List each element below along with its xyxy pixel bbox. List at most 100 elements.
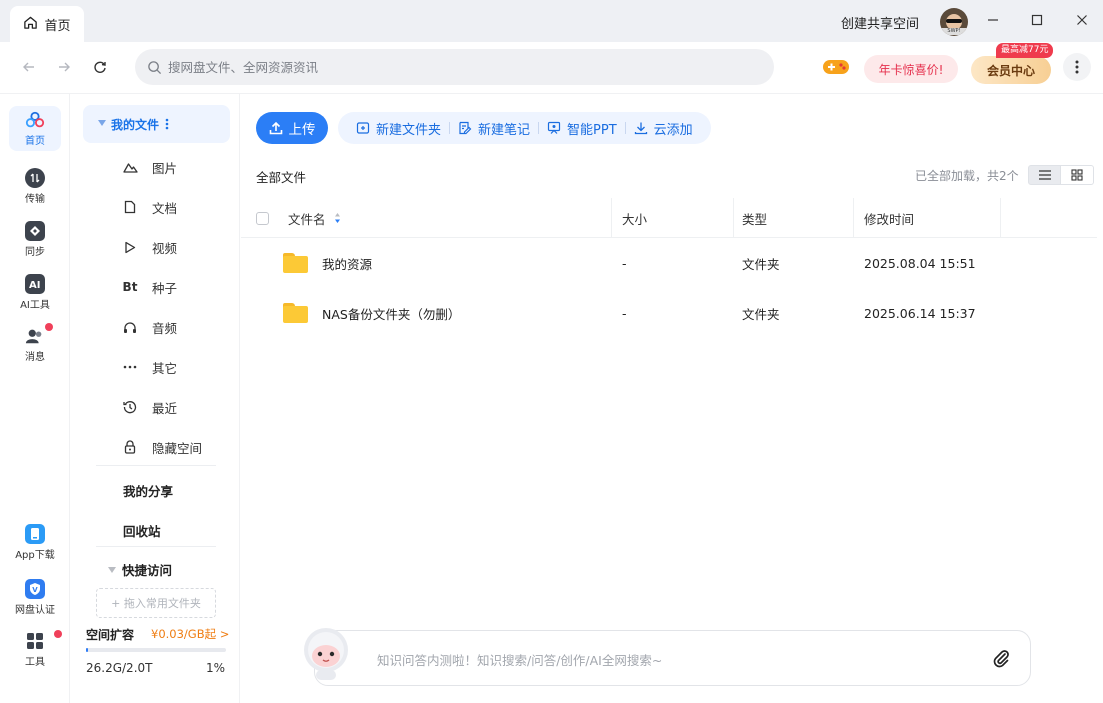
column-header-modified[interactable]: 修改时间 bbox=[864, 198, 914, 238]
upload-button[interactable]: 上传 bbox=[256, 112, 328, 144]
picture-icon bbox=[122, 159, 138, 175]
create-shared-space-link[interactable]: 创建共享空间 bbox=[841, 13, 919, 32]
tab-home[interactable]: 首页 bbox=[10, 6, 84, 42]
list-view-icon bbox=[1038, 170, 1051, 180]
transfer-icon bbox=[25, 168, 45, 188]
sidebar-item-other[interactable]: 其它 bbox=[122, 357, 177, 377]
vip-center-button[interactable]: 会员中心 bbox=[971, 56, 1051, 84]
rail-item-home[interactable]: 首页 bbox=[9, 106, 61, 151]
rail-item-app-download[interactable]: App下载 bbox=[9, 524, 61, 561]
rail-item-sync[interactable]: 同步 bbox=[9, 221, 61, 258]
grid-view-button[interactable] bbox=[1061, 165, 1094, 185]
main-panel: 上传 新建文件夹 新建笔记 智能PPT 云添加 全部文件 已全部加载，共2个 文… bbox=[241, 94, 1103, 703]
cloud-add-button[interactable]: 云添加 bbox=[626, 119, 701, 138]
rail-item-verify[interactable]: V 网盘认证 bbox=[9, 579, 61, 616]
attach-button[interactable] bbox=[989, 646, 1013, 670]
more-menu-button[interactable] bbox=[1063, 53, 1091, 81]
avatar-tag: SWP! bbox=[941, 28, 967, 35]
recent-icon bbox=[122, 399, 138, 415]
rail-item-tools[interactable]: 工具 bbox=[9, 631, 61, 668]
forward-button[interactable] bbox=[54, 57, 74, 77]
rail-item-transfer[interactable]: 传输 bbox=[9, 168, 61, 205]
arrow-left-icon bbox=[23, 62, 34, 72]
search-box[interactable] bbox=[135, 49, 774, 85]
sidebar-item-label: 文档 bbox=[152, 200, 178, 216]
sidebar-divider bbox=[96, 465, 216, 466]
file-name[interactable]: NAS备份文件夹（勿删） bbox=[322, 288, 460, 338]
rail-label: AI工具 bbox=[20, 300, 50, 311]
discount-badge: 最高减77元 bbox=[996, 43, 1054, 58]
smart-ppt-button[interactable]: 智能PPT bbox=[539, 119, 625, 138]
list-view-button[interactable] bbox=[1028, 165, 1061, 185]
select-all-checkbox[interactable] bbox=[256, 198, 269, 238]
new-note-button[interactable]: 新建笔记 bbox=[450, 119, 538, 138]
ai-assistant-avatar[interactable] bbox=[301, 626, 351, 682]
file-type: 文件夹 bbox=[742, 256, 780, 272]
sidebar-item-pictures[interactable]: 图片 bbox=[122, 157, 177, 177]
ai-assistant-input[interactable]: 知识问答内测啦！知识搜索/问答/创作/AI全网搜索~ bbox=[314, 630, 1031, 686]
maximize-button[interactable] bbox=[1027, 10, 1047, 30]
loaded-status: 已全部加载，共2个 bbox=[915, 169, 1019, 183]
sidebar-item-recent[interactable]: 最近 bbox=[122, 397, 177, 417]
column-header-type[interactable]: 类型 bbox=[742, 198, 767, 238]
sidebar-item-videos[interactable]: 视频 bbox=[122, 237, 177, 257]
rail-item-messages[interactable]: 消息 bbox=[9, 326, 61, 363]
more-dots-icon bbox=[122, 359, 138, 375]
column-header-name[interactable]: 文件名 bbox=[288, 198, 341, 238]
expand-triangle-icon bbox=[98, 120, 106, 126]
new-note-label: 新建笔记 bbox=[478, 122, 531, 138]
more-vertical-icon[interactable] bbox=[165, 118, 169, 130]
table-row[interactable]: NAS备份文件夹（勿删） - 文件夹 2025.06.14 15:37 bbox=[241, 288, 1097, 338]
refresh-icon bbox=[94, 61, 106, 73]
quick-access-drop-zone[interactable]: + 拖入常用文件夹 bbox=[96, 588, 216, 618]
column-header-size[interactable]: 大小 bbox=[622, 198, 647, 238]
grid-view-icon bbox=[1071, 169, 1083, 181]
quick-access-header[interactable]: 快捷访问 bbox=[108, 560, 172, 579]
search-input[interactable] bbox=[168, 59, 728, 75]
ai-tool-icon: AI bbox=[25, 274, 45, 294]
torrent-icon: Bt bbox=[122, 280, 138, 294]
rail-label: 同步 bbox=[25, 247, 45, 258]
avatar[interactable]: SWP! bbox=[940, 8, 968, 36]
my-files-label: 我的文件 bbox=[111, 117, 160, 132]
minimize-button[interactable] bbox=[983, 10, 1003, 30]
lock-icon bbox=[122, 439, 138, 455]
download-icon bbox=[634, 122, 647, 135]
toolbar: 上传 新建文件夹 新建笔记 智能PPT 云添加 bbox=[256, 112, 711, 144]
tab-label: 首页 bbox=[44, 18, 71, 34]
new-folder-button[interactable]: 新建文件夹 bbox=[348, 119, 449, 138]
annual-card-promo-button[interactable]: 年卡惊喜价! bbox=[864, 55, 958, 83]
sidebar-item-recycle-bin[interactable]: 回收站 bbox=[123, 521, 161, 540]
table-row[interactable]: 我的资源 - 文件夹 2025.08.04 15:51 bbox=[241, 238, 1097, 288]
verify-icon: V bbox=[25, 579, 45, 599]
rail-label: 工具 bbox=[25, 657, 45, 668]
file-modified: 2025.06.14 15:37 bbox=[864, 305, 976, 321]
close-button[interactable] bbox=[1072, 10, 1092, 30]
file-modified: 2025.08.04 15:51 bbox=[864, 255, 976, 271]
file-table-header: 文件名 大小 类型 修改时间 bbox=[241, 198, 1097, 238]
breadcrumb[interactable]: 全部文件 bbox=[256, 167, 306, 186]
column-separator bbox=[853, 198, 854, 238]
my-files-item[interactable]: 我的文件 bbox=[83, 105, 230, 143]
new-note-icon bbox=[459, 121, 472, 135]
close-icon bbox=[1077, 15, 1087, 25]
rail-item-ai-tools[interactable]: AI AI工具 bbox=[9, 274, 61, 311]
message-unread-dot bbox=[45, 323, 53, 331]
sidebar-item-my-share[interactable]: 我的分享 bbox=[123, 481, 173, 500]
headphones-icon bbox=[122, 319, 138, 335]
expand-triangle-icon bbox=[108, 566, 116, 573]
refresh-button[interactable] bbox=[90, 57, 110, 77]
game-controller-button[interactable] bbox=[822, 56, 850, 78]
quota-upgrade-link[interactable]: ¥0.03/GB起 > bbox=[151, 626, 229, 642]
quota-progress-bar bbox=[86, 648, 226, 652]
sidebar-item-hidden-space[interactable]: 隐藏空间 bbox=[122, 437, 202, 457]
new-folder-icon bbox=[356, 122, 370, 134]
column-separator bbox=[611, 198, 612, 238]
sidebar-item-documents[interactable]: 文档 bbox=[122, 197, 177, 217]
rail-label: 消息 bbox=[25, 352, 45, 363]
back-button[interactable] bbox=[19, 57, 39, 77]
sidebar-item-audio[interactable]: 音频 bbox=[122, 317, 177, 337]
file-name[interactable]: 我的资源 bbox=[322, 238, 372, 288]
smart-ppt-icon bbox=[547, 121, 561, 134]
sidebar-item-torrents[interactable]: Bt 种子 bbox=[122, 277, 177, 297]
